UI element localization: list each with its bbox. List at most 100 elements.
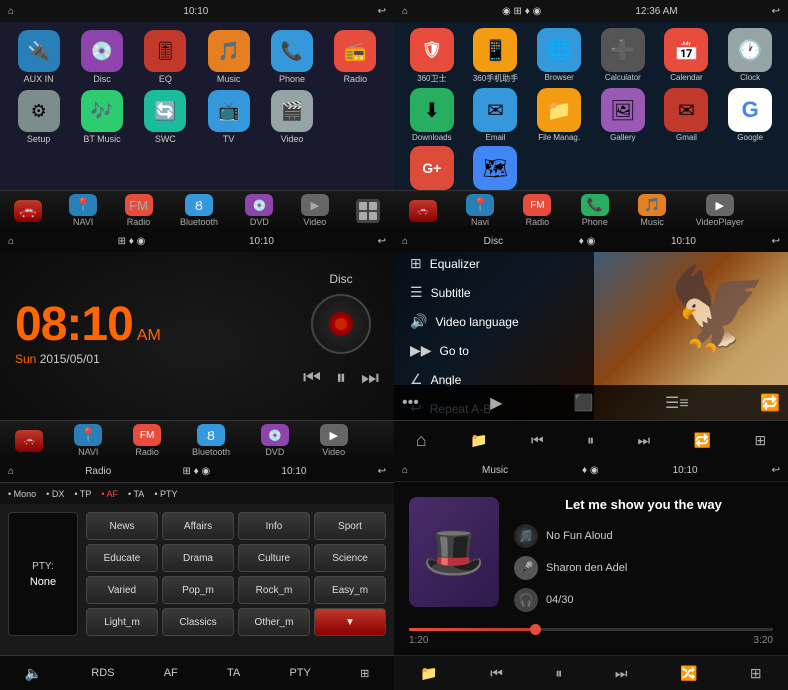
ta-btn[interactable]: TA xyxy=(227,667,240,679)
next-dvd[interactable]: ⏭ xyxy=(638,432,651,449)
nav-navi-p3[interactable]: 📍 NAVI xyxy=(74,424,102,457)
app-calendar[interactable]: 📅 Calendar xyxy=(657,28,717,84)
btn-drama[interactable]: Drama xyxy=(162,544,234,572)
app-calculator[interactable]: ➕ Calculator xyxy=(593,28,653,84)
btn-other-m[interactable]: Other_m xyxy=(238,608,310,636)
nav-car-btn-p2[interactable]: 🚗 xyxy=(409,200,437,222)
settings-radio[interactable]: ⊞ xyxy=(360,667,369,680)
btn-educate[interactable]: Educate xyxy=(86,544,158,572)
app-google[interactable]: G Google xyxy=(720,88,780,142)
nav-navi-p2[interactable]: 📍 Navi xyxy=(466,194,494,227)
nav-bt-p3[interactable]: Ȣ Bluetooth xyxy=(192,424,230,457)
app-browser[interactable]: 🌐 Browser xyxy=(529,28,589,84)
nav-radio-p2[interactable]: FM Radio xyxy=(523,194,551,227)
btn-pop-m[interactable]: Pop_m xyxy=(162,576,234,604)
next-bottom-btn[interactable]: ⏭ xyxy=(615,665,628,682)
nav-music-p2[interactable]: 🎵 Music xyxy=(638,194,666,227)
btn-easy-m[interactable]: Easy_m xyxy=(314,576,386,604)
play-btn-dvd[interactable]: ▶ xyxy=(490,393,502,413)
nav-car-btn[interactable]: 🚗 xyxy=(14,200,42,222)
app-swc[interactable]: 🔄 SWC xyxy=(137,90,194,144)
play-bottom-btn[interactable]: ⏸ xyxy=(555,665,562,682)
grid-icon[interactable] xyxy=(356,199,380,223)
app-clock[interactable]: 🕐 Clock xyxy=(720,28,780,84)
home-bottom-p4[interactable]: ⌂ xyxy=(416,430,427,451)
btn-culture[interactable]: Culture xyxy=(238,544,310,572)
apps-grid-p1: 🔌 AUX IN 💿 Disc 🎚 EQ 🎵 Music 📞 Phone 📻 R… xyxy=(0,22,394,152)
af-btn[interactable]: AF xyxy=(164,667,178,679)
nav-dvd[interactable]: 💿 DVD xyxy=(245,194,273,227)
home-icon-p3: ⌂ xyxy=(8,236,14,247)
nav-bt[interactable]: Ȣ Bluetooth xyxy=(180,194,218,227)
btn-light-m[interactable]: Light_m xyxy=(86,608,158,636)
back-icon-p3: ↩ xyxy=(378,236,386,247)
nav-navi[interactable]: 📍 NAVI xyxy=(69,194,97,227)
eq-music-btn[interactable]: ⊞ xyxy=(750,665,762,682)
nav-video[interactable]: ▶ Video xyxy=(301,194,329,227)
settings-dvd[interactable]: ⊞ xyxy=(755,432,767,449)
setup-label: Setup xyxy=(27,134,51,144)
nav-dvd-p3[interactable]: 💿 DVD xyxy=(261,424,289,457)
app-file-manager[interactable]: 📁 File Manag. xyxy=(529,88,589,142)
app-downloads[interactable]: ⬇ Downloads xyxy=(402,88,462,142)
stop-btn-dvd[interactable]: ⬛ xyxy=(574,393,594,413)
repeat-icon-dvd[interactable]: 🔁 xyxy=(760,393,780,413)
btn-varied[interactable]: Varied xyxy=(86,576,158,604)
app-gallery[interactable]: 🖼 Gallery xyxy=(593,88,653,142)
nav-video-p3[interactable]: ▶ Video xyxy=(320,424,348,457)
play-pause-btn[interactable]: ⏸ xyxy=(336,367,346,390)
app-360-assistant[interactable]: 📱 360手机助手 xyxy=(466,28,526,84)
repeat-dvd[interactable]: 🔁 xyxy=(694,432,711,449)
menu-equalizer[interactable]: ⊞ Equalizer xyxy=(402,250,586,277)
nav-radio[interactable]: FM Radio xyxy=(125,194,153,227)
btn-affairs[interactable]: Affairs xyxy=(162,512,234,540)
app-video[interactable]: 🎬 Video xyxy=(263,90,320,144)
app-setup[interactable]: ⚙ Setup xyxy=(10,90,67,144)
prev-btn[interactable]: ⏮ xyxy=(303,367,321,390)
btn-science[interactable]: Science xyxy=(314,544,386,572)
app-aux-in[interactable]: 🔌 AUX IN xyxy=(10,30,67,84)
menu-go-to[interactable]: ▶▶ Go to xyxy=(402,337,586,364)
nav-radio-p3[interactable]: FM Radio xyxy=(133,424,161,457)
phone-label-p2: Phone xyxy=(582,217,608,227)
radio-body: PTY: None News Affairs Info Sport Educat… xyxy=(0,504,394,644)
menu-video-language[interactable]: 🔊 Video language xyxy=(402,308,586,335)
pty-btn[interactable]: PTY xyxy=(289,667,310,679)
next-btn[interactable]: ⏭ xyxy=(361,367,379,390)
time-p4: 10:10 xyxy=(671,236,696,247)
btn-info[interactable]: Info xyxy=(238,512,310,540)
folder-music-btn[interactable]: 📁 xyxy=(420,665,437,682)
prev-bottom-btn[interactable]: ⏮ xyxy=(490,665,503,682)
app-phone[interactable]: 📞 Phone xyxy=(263,30,320,84)
btn-rock-m[interactable]: Rock_m xyxy=(238,576,310,604)
nav-phone-p2[interactable]: 📞 Phone xyxy=(581,194,609,227)
rds-btn[interactable]: RDS xyxy=(91,667,114,679)
app-disc[interactable]: 💿 Disc xyxy=(73,30,130,84)
app-gmail[interactable]: ✉ Gmail xyxy=(657,88,717,142)
play-dvd[interactable]: ⏸ xyxy=(587,432,594,449)
app-radio[interactable]: 📻 Radio xyxy=(327,30,384,84)
nav-car-btn-p3[interactable]: 🚗 xyxy=(15,430,43,452)
navi-label-p2: Navi xyxy=(471,217,489,227)
menu-dots[interactable]: ••• xyxy=(402,394,419,412)
app-360-security[interactable]: 🛡 360卫士 xyxy=(402,28,462,84)
menu-icon-dvd[interactable]: ☰≡ xyxy=(665,393,689,413)
app-eq[interactable]: 🎚 EQ xyxy=(137,30,194,84)
btn-classics[interactable]: Classics xyxy=(162,608,234,636)
menu-subtitle[interactable]: ☰ Subtitle xyxy=(402,279,586,306)
shuffle-btn[interactable]: 🔀 xyxy=(680,665,697,682)
nav-videoplayer-p2[interactable]: ▶ VideoPlayer xyxy=(696,194,744,227)
indicator-ta: • TA xyxy=(128,489,144,499)
prev-dvd[interactable]: ⏮ xyxy=(531,432,544,449)
folder-icon-p4[interactable]: 📁 xyxy=(470,432,487,449)
album-name: Sharon den Adel xyxy=(546,562,627,574)
app-bt-music[interactable]: 🎶 BT Music xyxy=(73,90,130,144)
progress-bar[interactable] xyxy=(409,628,773,631)
bottom-nav-p3: 🚗 📍 NAVI FM Radio Ȣ Bluetooth 💿 DVD ▶ Vi… xyxy=(0,420,394,460)
app-music[interactable]: 🎵 Music xyxy=(200,30,257,84)
btn-sport[interactable]: Sport xyxy=(314,512,386,540)
app-tv[interactable]: 📺 TV xyxy=(200,90,257,144)
btn-scroll-down[interactable]: ▼ xyxy=(314,608,386,636)
btn-news[interactable]: News xyxy=(86,512,158,540)
app-email[interactable]: ✉ Email xyxy=(466,88,526,142)
